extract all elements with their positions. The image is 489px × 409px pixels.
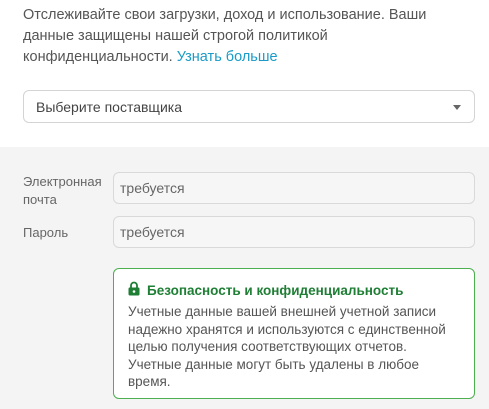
provider-select-value: Выберите поставщика [36, 98, 182, 115]
credentials-panel: Электронная почта Пароль Безопасность и … [0, 147, 489, 409]
provider-select[interactable]: Выберите поставщика [23, 90, 475, 123]
security-notice-body: Учетные данные вашей внешней учетной зап… [128, 304, 446, 389]
security-notice-heading: Безопасность и конфиденциальность [147, 283, 404, 298]
intro-text: Отслеживайте свои загрузки, доход и испо… [23, 5, 463, 68]
security-notice: Безопасность и конфиденциальность Учетны… [113, 268, 475, 399]
password-label: Пароль [23, 225, 69, 240]
email-label: Электронная почта [23, 174, 102, 207]
email-field[interactable] [113, 172, 475, 204]
lock-icon [128, 281, 140, 300]
chevron-down-icon [453, 105, 461, 110]
learn-more-link[interactable]: Узнать больше [177, 49, 278, 65]
password-field[interactable] [113, 216, 475, 248]
security-notice-title: Безопасность и конфиденциальность [128, 281, 460, 300]
